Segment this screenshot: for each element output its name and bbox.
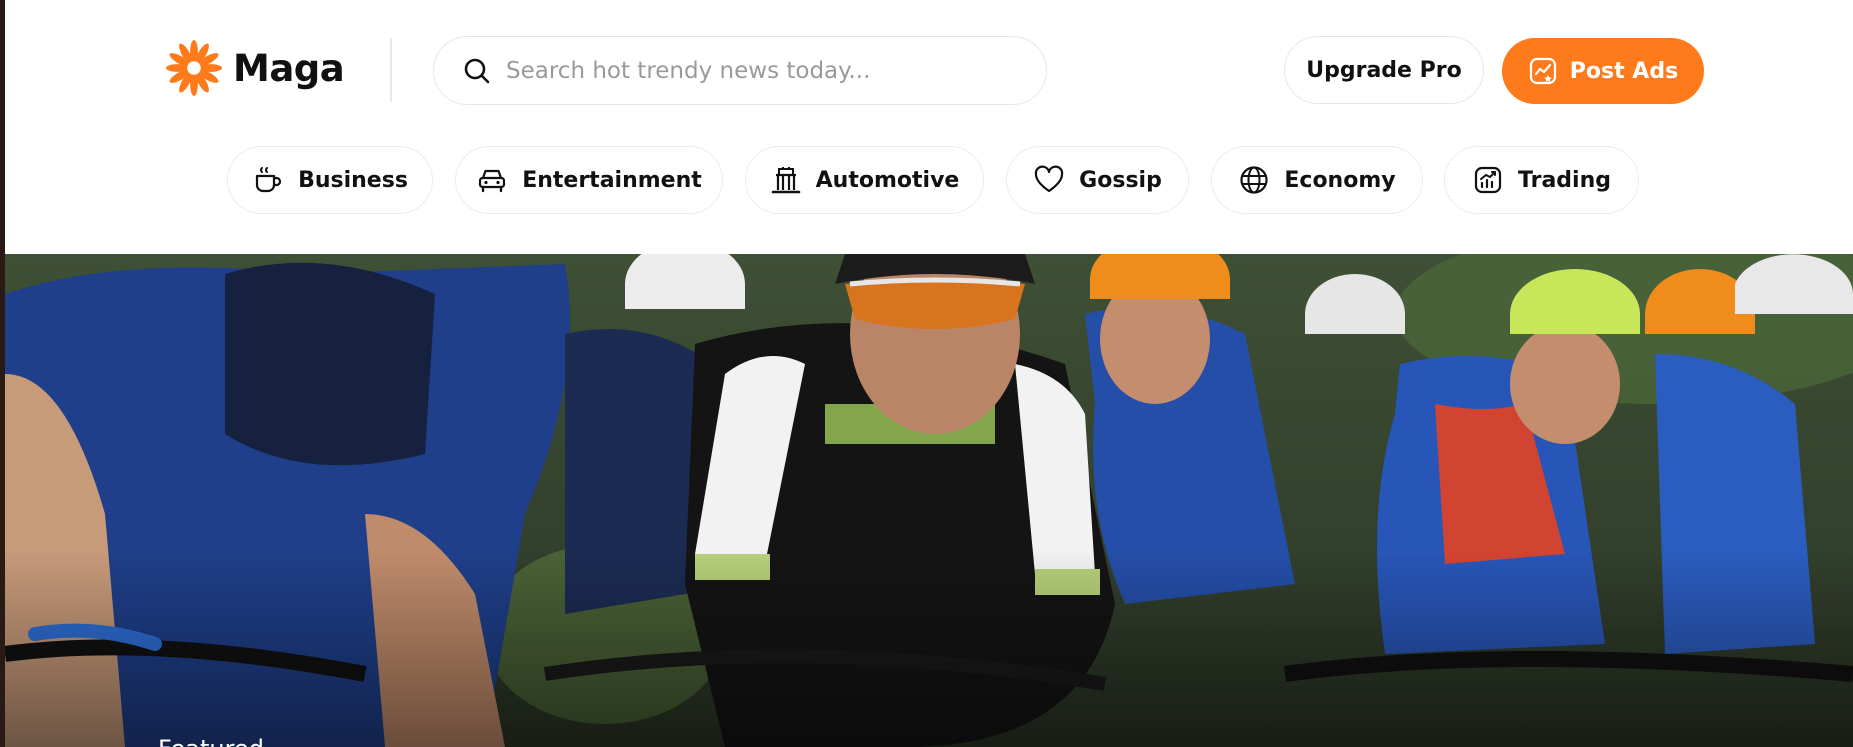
- category-economy[interactable]: Economy: [1211, 146, 1423, 214]
- upgrade-pro-label: Upgrade Pro: [1306, 57, 1462, 83]
- car-icon: [479, 169, 506, 193]
- category-label: Entertainment: [522, 167, 702, 193]
- brand-name: Maga: [233, 46, 345, 90]
- trend-chart-icon: [1474, 166, 1502, 194]
- chart-star-icon: [1529, 57, 1556, 85]
- search-input[interactable]: [506, 50, 1026, 91]
- category-trading[interactable]: Trading: [1444, 146, 1639, 214]
- post-ads-label: Post Ads: [1569, 58, 1679, 84]
- category-label: Business: [298, 167, 408, 193]
- category-business[interactable]: Business: [227, 146, 433, 214]
- upgrade-pro-button[interactable]: Upgrade Pro: [1284, 36, 1484, 104]
- category-label: Economy: [1284, 167, 1396, 193]
- page: Maga Upgrade Pro Post Ads Business: [0, 0, 1853, 747]
- header-divider: [390, 38, 392, 102]
- building-icon: [771, 167, 800, 194]
- category-label: Gossip: [1079, 167, 1162, 193]
- sunburst-logo-icon: [165, 39, 223, 97]
- featured-tag: Featured: [158, 737, 264, 747]
- search-bar[interactable]: [433, 36, 1047, 105]
- coffee-cup-icon: [255, 167, 282, 193]
- category-label: Trading: [1518, 167, 1611, 193]
- search-icon: [464, 58, 490, 83]
- post-ads-button[interactable]: Post Ads: [1502, 38, 1704, 104]
- category-gossip[interactable]: Gossip: [1006, 146, 1189, 214]
- category-automotive[interactable]: Automotive: [745, 146, 984, 214]
- cyclists-photo-image: [5, 254, 1853, 747]
- hero-banner[interactable]: [5, 254, 1853, 747]
- heart-icon: [1035, 165, 1064, 193]
- category-entertainment[interactable]: Entertainment: [455, 146, 723, 214]
- category-label: Automotive: [815, 167, 960, 193]
- site-logo[interactable]: Maga: [165, 39, 345, 97]
- globe-icon: [1240, 166, 1268, 194]
